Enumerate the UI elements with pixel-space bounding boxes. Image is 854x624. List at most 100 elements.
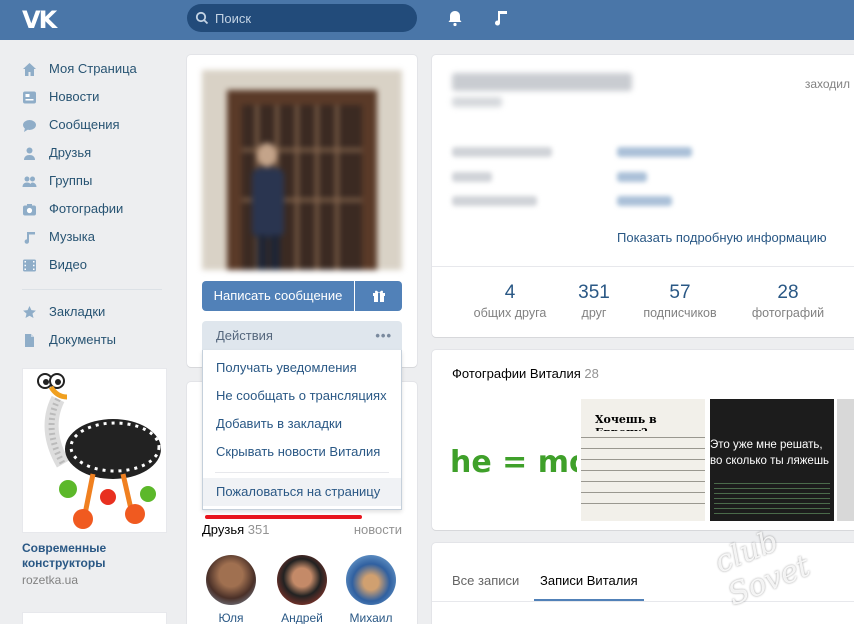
second-ad-image[interactable] [22, 612, 167, 624]
profile-photo[interactable] [202, 70, 402, 270]
advertisement[interactable]: Современные конструкторы rozetka.ua [22, 368, 167, 587]
nav-label: Фотографии [49, 201, 124, 216]
write-message-button[interactable]: Написать сообщение [202, 281, 354, 311]
star-icon [23, 306, 36, 318]
more-dots-icon: ••• [375, 328, 392, 343]
actions-dropdown-menu: Получать уведомления Не сообщать о транс… [202, 350, 402, 510]
search-icon [195, 11, 209, 25]
music-icon[interactable] [491, 8, 511, 28]
nav-divider [22, 289, 162, 290]
photo-tile[interactable]: he = mo [450, 399, 577, 521]
messages-icon [23, 120, 36, 132]
friend-name: Андрей [281, 611, 323, 624]
menu-item-no-broadcasts[interactable]: Не сообщать о трансляциях [203, 382, 401, 410]
nav-label: Группы [49, 173, 93, 188]
menu-item-add-bookmark[interactable]: Добавить в закладки [203, 410, 401, 438]
avatar [346, 555, 396, 605]
divider [432, 601, 854, 602]
nav-my-page[interactable]: Моя Страница [20, 55, 180, 83]
vk-logo[interactable]: VK [22, 6, 57, 34]
info-value-blurred [617, 172, 647, 182]
friend-item[interactable]: Юля [205, 555, 257, 624]
nav-news[interactable]: Новости [20, 83, 180, 111]
photo-text: he = mo [450, 445, 577, 480]
divider [432, 266, 854, 267]
nav-documents[interactable]: Документы [20, 326, 180, 354]
stat-photos[interactable]: 28 фотографий [738, 282, 838, 320]
show-details-link[interactable]: Показать подробную информацию [617, 230, 827, 245]
toy-ostrich-image [23, 369, 166, 532]
nav-label: Моя Страница [49, 61, 137, 76]
info-value-blurred [617, 147, 692, 157]
nav-label: Закладки [49, 304, 106, 319]
stat-value: 351 [578, 282, 610, 303]
photos-card: Фотографии Виталия 28 he = mo Хочешь в Е… [432, 350, 854, 530]
friend-item[interactable]: Андрей [276, 555, 328, 624]
info-label-blurred [452, 196, 537, 206]
top-header: VK Поиск [0, 0, 854, 40]
friends-count: 351 [247, 522, 270, 537]
nav-photos[interactable]: Фотографии [20, 195, 180, 223]
tab-all-posts[interactable]: Все записи [452, 573, 519, 588]
stat-label: фотографий [751, 306, 825, 320]
stat-value: 57 [669, 282, 691, 303]
stat-value: 28 [777, 282, 799, 303]
photo-tile[interactable]: Хочешь в Европу? [581, 399, 705, 521]
gift-button[interactable] [355, 281, 402, 311]
home-icon [23, 63, 36, 76]
friends-title[interactable]: Друзья 351 [202, 522, 270, 537]
group-icon [22, 176, 37, 187]
profile-info-card: заходил Показать подробную информацию 4 … [432, 55, 854, 337]
bell-icon[interactable] [445, 8, 465, 28]
video-icon [23, 259, 36, 272]
photo-tile[interactable] [837, 399, 854, 521]
nav-label: Документы [49, 332, 117, 347]
profile-subtitle-blurred [452, 97, 502, 107]
info-label-blurred [452, 147, 552, 157]
photos-count: 28 [584, 366, 599, 381]
avatar [206, 555, 256, 605]
friend-name: Михаил [349, 611, 393, 624]
search-input[interactable]: Поиск [187, 4, 417, 32]
ad-title[interactable]: Современные конструкторы [22, 541, 167, 571]
menu-item-hide-news[interactable]: Скрывать новости Виталия [203, 438, 401, 466]
nav-messages[interactable]: Сообщения [20, 111, 180, 139]
friends-news-link[interactable]: новости [354, 522, 402, 537]
nav-music[interactable]: Музыка [20, 223, 180, 251]
avatar [277, 555, 327, 605]
online-status: заходил [804, 77, 850, 91]
left-nav: Моя Страница Новости Сообщения Друзья Гр… [20, 55, 180, 354]
photo-text-lines [581, 431, 705, 511]
menu-item-notifications[interactable]: Получать уведомления [203, 354, 401, 382]
ad-domain: rozetka.ua [22, 573, 79, 587]
nav-label: Новости [49, 89, 100, 104]
profile-name-blurred [452, 73, 632, 91]
report-highlight-underline [205, 515, 362, 519]
nav-friends[interactable]: Друзья [20, 139, 180, 167]
friend-name: Юля [218, 611, 244, 624]
friends-label: Друзья [202, 522, 245, 537]
news-icon [23, 91, 36, 104]
friend-item[interactable]: Михаил [345, 555, 397, 624]
menu-item-report-page[interactable]: Пожаловаться на страницу [203, 478, 401, 506]
nav-bookmarks[interactable]: Закладки [20, 298, 180, 326]
search-placeholder: Поиск [215, 11, 252, 26]
photo-tile[interactable]: Это уже мне решать, во сколько ты ляжешь… [710, 399, 834, 521]
ad-image[interactable] [22, 368, 167, 533]
tab-own-posts[interactable]: Записи Виталия [540, 573, 638, 588]
nav-label: Сообщения [49, 117, 120, 132]
photos-title[interactable]: Фотографии Виталия 28 [452, 366, 599, 381]
stat-followers[interactable]: 57 подписчиков [630, 282, 730, 320]
menu-divider [215, 472, 389, 473]
stat-friends[interactable]: 351 друг [544, 282, 644, 320]
actions-label: Действия [216, 328, 273, 343]
stat-label: подписчиков [643, 306, 717, 320]
actions-button[interactable]: Действия ••• [202, 321, 402, 351]
nav-label: Музыка [49, 229, 95, 244]
stat-label: друг [581, 306, 607, 320]
info-label-blurred [452, 172, 492, 182]
nav-video[interactable]: Видео [20, 251, 180, 279]
camera-icon [23, 204, 36, 216]
nav-groups[interactable]: Группы [20, 167, 180, 195]
avatar-card: Написать сообщение Действия ••• [187, 55, 417, 367]
